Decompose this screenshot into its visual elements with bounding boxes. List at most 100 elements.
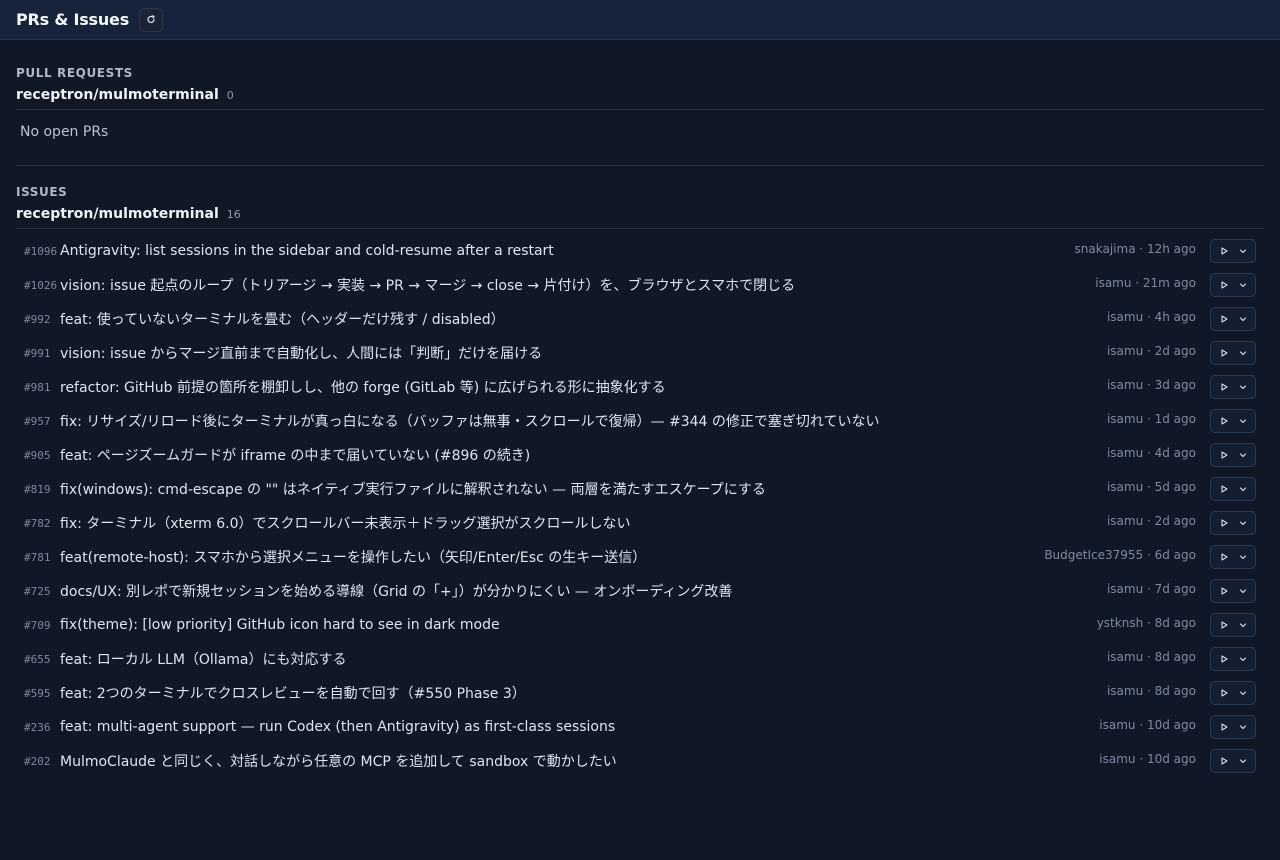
issue-title[interactable]: feat: ローカル LLM（Ollama）にも対応する (60, 649, 1256, 669)
issue-row-819[interactable]: #819 fix(windows): cmd-escape の "" はネイティ… (16, 472, 1264, 506)
repo-name: receptron/mulmoterminal (16, 86, 219, 103)
chevron-down-icon (1239, 317, 1246, 322)
issue-row-981[interactable]: #981 refactor: GitHub 前提の箇所を棚卸しし、他の forg… (16, 370, 1264, 404)
issue-number: #725 (24, 584, 51, 598)
issue-row-992[interactable]: #992 feat: 使っていないターミナルを畳む（ヘッダーだけ残す / dis… (16, 302, 1264, 336)
chevron-down-icon (1239, 283, 1246, 288)
play-icon (1220, 553, 1228, 561)
issue-row-782[interactable]: #782 fix: ターミナル（xterm 6.0）でスクロールバー未表示＋ドラ… (16, 506, 1264, 540)
issue-row-236[interactable]: #236 feat: multi-agent support — run Cod… (16, 710, 1264, 744)
issue-author-time: BudgetIce37955 · 6d ago (1044, 548, 1196, 562)
play-icon (1220, 485, 1228, 493)
issue-number: #957 (24, 414, 51, 428)
issue-number: #905 (24, 448, 51, 462)
issue-title[interactable]: fix: ターミナル（xterm 6.0）でスクロールバー未表示＋ドラッグ選択が… (60, 513, 1256, 533)
issues-heading: ISSUES (16, 185, 68, 199)
issue-title[interactable]: MulmoClaude と同じく、対話しながら任意の MCP を追加して san… (60, 751, 1256, 771)
issue-row-595[interactable]: #595 feat: 2つのターミナルでクロスレビューを自動で回す（#550 P… (16, 676, 1264, 710)
play-icon (1220, 655, 1228, 663)
chevron-down-icon (1239, 453, 1246, 458)
play-icon (1220, 281, 1228, 289)
issue-title[interactable]: feat: ページズームガードが iframe の中まで届いていない (#896… (60, 445, 1256, 465)
issue-title[interactable]: fix: リサイズ/リロード後にターミナルが真っ白になる（バッファは無事・スクロ… (60, 411, 1256, 431)
refresh-button[interactable] (139, 7, 164, 32)
issue-row-1026[interactable]: #1026 vision: issue 起点のループ（トリアージ → 実装 → … (16, 268, 1264, 302)
issue-row-725[interactable]: #725 docs/UX: 別レポで新規セッションを始める導線（Grid の「+… (16, 574, 1264, 608)
chevron-down-icon (1239, 385, 1246, 390)
issue-action-menu-button[interactable] (1210, 443, 1256, 467)
issue-number: #992 (24, 312, 51, 326)
issue-number: #991 (24, 346, 51, 360)
issue-row-202[interactable]: #202 MulmoClaude と同じく、対話しながら任意の MCP を追加し… (16, 744, 1264, 778)
issue-action-menu-button[interactable] (1210, 613, 1256, 637)
issue-row-957[interactable]: #957 fix: リサイズ/リロード後にターミナルが真っ白になる（バッファは無… (16, 404, 1264, 438)
issue-number: #1026 (24, 278, 58, 292)
issue-title[interactable]: feat: 2つのターミナルでクロスレビューを自動で回す（#550 Phase … (60, 683, 1256, 703)
issue-row-781[interactable]: #781 feat(remote-host): スマホから選択メニューを操作した… (16, 540, 1264, 574)
pull-requests-section: PULL REQUESTS receptron/mulmoterminal 0 … (16, 40, 1264, 165)
chevron-down-icon (1239, 589, 1246, 594)
issue-title[interactable]: feat: 使っていないターミナルを畳む（ヘッダーだけ残す / disabled… (60, 309, 1256, 329)
play-icon (1220, 519, 1228, 527)
issue-row-655[interactable]: #655 feat: ローカル LLM（Ollama）にも対応する isamu … (16, 642, 1264, 676)
issue-author-time: isamu · 21m ago (1095, 276, 1196, 290)
issue-row-1096[interactable]: #1096 Antigravity: list sessions in the … (16, 234, 1264, 268)
issue-title[interactable]: fix(windows): cmd-escape の "" はネイティブ実行ファ… (60, 479, 1256, 499)
issue-title[interactable]: vision: issue 起点のループ（トリアージ → 実装 → PR → マ… (60, 275, 1256, 295)
issue-author-time: isamu · 3d ago (1106, 378, 1196, 392)
issue-author-time: isamu · 10d ago (1099, 718, 1196, 732)
issue-action-menu-button[interactable] (1210, 409, 1256, 433)
issue-row-709[interactable]: #709 fix(theme): [low priority] GitHub i… (16, 608, 1264, 642)
chevron-down-icon (1239, 555, 1246, 560)
pull-requests-heading: PULL REQUESTS (16, 66, 133, 80)
issue-author-time: isamu · 2d ago (1106, 514, 1196, 528)
issue-row-991[interactable]: #991 vision: issue からマージ直前まで自動化し、人間には「判断… (16, 336, 1264, 370)
issue-action-menu-button[interactable] (1210, 477, 1256, 501)
issue-action-menu-button[interactable] (1210, 681, 1256, 705)
chevron-down-icon (1239, 623, 1246, 628)
chevron-down-icon (1239, 759, 1246, 764)
issue-author-time: isamu · 4h ago (1106, 310, 1196, 324)
play-icon (1220, 451, 1228, 459)
pull-request-count: 0 (226, 89, 234, 102)
issue-action-menu-button[interactable] (1210, 647, 1256, 671)
play-icon (1220, 417, 1228, 425)
issues-repo-header: receptron/mulmoterminal 16 (16, 199, 1264, 229)
issue-number: #1096 (24, 244, 58, 258)
issue-action-menu-button[interactable] (1210, 307, 1256, 331)
pull-requests-repo-header: receptron/mulmoterminal 0 (16, 80, 1264, 110)
issue-action-menu-button[interactable] (1210, 545, 1256, 569)
chevron-down-icon (1239, 521, 1246, 526)
chevron-down-icon (1239, 725, 1246, 730)
issue-title[interactable]: refactor: GitHub 前提の箇所を棚卸しし、他の forge (Gi… (60, 377, 1256, 397)
issue-title[interactable]: docs/UX: 別レポで新規セッションを始める導線（Grid の「+」）が分か… (60, 581, 1256, 601)
issue-author-time: isamu · 5d ago (1106, 480, 1196, 494)
issue-action-menu-button[interactable] (1210, 749, 1256, 773)
issue-number: #655 (24, 652, 51, 666)
issue-author-time: isamu · 4d ago (1106, 446, 1196, 460)
repo-name: receptron/mulmoterminal (16, 205, 219, 222)
issue-author-time: isamu · 1d ago (1106, 412, 1196, 426)
issue-action-menu-button[interactable] (1210, 715, 1256, 739)
issue-author-time: isamu · 8d ago (1106, 684, 1196, 698)
issue-action-menu-button[interactable] (1210, 239, 1256, 263)
issue-title[interactable]: feat: multi-agent support — run Codex (t… (60, 719, 1256, 735)
empty-pull-requests-message: No open PRs (20, 124, 109, 140)
chevron-down-icon (1239, 691, 1246, 696)
issue-action-menu-button[interactable] (1210, 579, 1256, 603)
issue-action-menu-button[interactable] (1210, 511, 1256, 535)
issue-action-menu-button[interactable] (1210, 341, 1256, 365)
top-bar: PRs & Issues (0, 0, 1280, 40)
issue-row-905[interactable]: #905 feat: ページズームガードが iframe の中まで届いていない … (16, 438, 1264, 472)
issue-title[interactable]: fix(theme): [low priority] GitHub icon h… (60, 617, 1256, 633)
issue-action-menu-button[interactable] (1210, 375, 1256, 399)
issue-action-menu-button[interactable] (1210, 273, 1256, 297)
chevron-down-icon (1239, 419, 1246, 424)
play-icon (1220, 757, 1228, 765)
issue-list: #1096 Antigravity: list sessions in the … (16, 234, 1264, 778)
issue-author-time: snakajima · 12h ago (1074, 242, 1196, 256)
issue-number: #709 (24, 618, 51, 632)
issue-number: #595 (24, 686, 51, 700)
issue-title[interactable]: vision: issue からマージ直前まで自動化し、人間には「判断」だけを届… (60, 343, 1256, 363)
issue-number: #981 (24, 380, 51, 394)
